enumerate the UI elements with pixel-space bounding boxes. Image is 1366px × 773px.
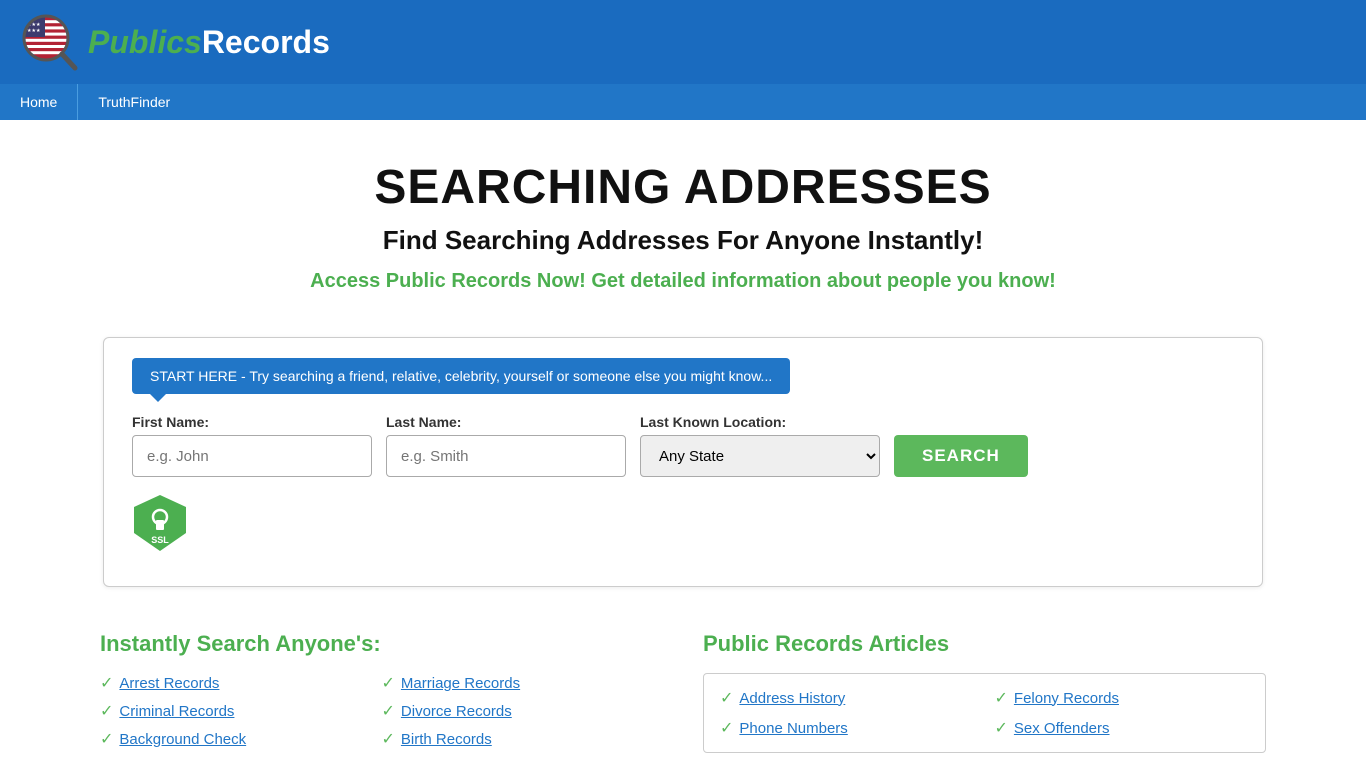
left-column: Instantly Search Anyone's: ✓ Arrest Reco… [100, 631, 663, 753]
background-check-link[interactable]: Background Check [119, 731, 246, 748]
felony-records-link[interactable]: Felony Records [1014, 690, 1119, 707]
check-icon: ✓ [100, 673, 113, 693]
right-column: Public Records Articles ✓ Address Histor… [703, 631, 1266, 753]
list-item: ✓ Divorce Records [382, 701, 664, 721]
main-nav: Home TruthFinder [0, 84, 1366, 120]
list-item: ✓ Phone Numbers [720, 718, 975, 738]
bottom-section: Instantly Search Anyone's: ✓ Arrest Reco… [0, 611, 1366, 773]
list-item: ✓ Background Check [100, 729, 382, 749]
list-item: ✓ Address History [720, 688, 975, 708]
header: ★★★ ★★★ PublicsRecords [0, 0, 1366, 84]
check-icon: ✓ [720, 688, 733, 708]
check-icon: ✓ [720, 718, 733, 738]
svg-text:SSL: SSL [151, 535, 169, 545]
first-name-label: First Name: [132, 414, 372, 430]
logo-publics: Publics [88, 24, 202, 60]
last-name-input[interactable] [386, 435, 626, 477]
logo-text: PublicsRecords [88, 24, 330, 61]
check-icon: ✓ [995, 718, 1008, 738]
list-item: ✓ Criminal Records [100, 701, 382, 721]
marriage-records-link[interactable]: Marriage Records [401, 675, 520, 692]
check-icon: ✓ [382, 701, 395, 721]
arrest-records-link[interactable]: Arrest Records [119, 675, 219, 692]
first-name-group: First Name: [132, 414, 372, 477]
sex-offenders-link[interactable]: Sex Offenders [1014, 720, 1110, 737]
record-list: ✓ Arrest Records ✓ Criminal Records ✓ Ba… [100, 673, 663, 749]
hero-title: SEARCHING ADDRESSES [20, 160, 1346, 215]
divorce-records-link[interactable]: Divorce Records [401, 703, 512, 720]
state-select[interactable]: Any StateAlabamaAlaskaArizonaArkansasCal… [640, 435, 880, 477]
article-col-1: ✓ Address History ✓ Phone Numbers [720, 688, 975, 738]
search-box: START HERE - Try searching a friend, rel… [103, 337, 1263, 587]
instantly-search-heading: Instantly Search Anyone's: [100, 631, 663, 657]
list-item: ✓ Arrest Records [100, 673, 382, 693]
list-item: ✓ Sex Offenders [995, 718, 1250, 738]
logo-area: ★★★ ★★★ PublicsRecords [20, 12, 330, 72]
phone-numbers-link[interactable]: Phone Numbers [739, 720, 847, 737]
state-group: Last Known Location: Any StateAlabamaAla… [640, 414, 880, 477]
articles-heading: Public Records Articles [703, 631, 1266, 657]
birth-records-link[interactable]: Birth Records [401, 731, 492, 748]
articles-box: ✓ Address History ✓ Phone Numbers ✓ Felo… [703, 673, 1266, 753]
location-label: Last Known Location: [640, 414, 880, 430]
list-item: ✓ Birth Records [382, 729, 664, 749]
list-item: ✓ Felony Records [995, 688, 1250, 708]
article-row: ✓ Address History ✓ Phone Numbers ✓ Felo… [720, 688, 1249, 738]
nav-home[interactable]: Home [0, 84, 77, 120]
start-banner: START HERE - Try searching a friend, rel… [132, 358, 790, 394]
logo-icon: ★★★ ★★★ [20, 12, 80, 72]
list-item: ✓ Marriage Records [382, 673, 664, 693]
record-col-2: ✓ Marriage Records ✓ Divorce Records ✓ B… [382, 673, 664, 749]
article-col-2: ✓ Felony Records ✓ Sex Offenders [995, 688, 1250, 738]
last-name-label: Last Name: [386, 414, 626, 430]
check-icon: ✓ [100, 701, 113, 721]
nav-truthfinder[interactable]: TruthFinder [78, 84, 190, 120]
criminal-records-link[interactable]: Criminal Records [119, 703, 234, 720]
address-history-link[interactable]: Address History [739, 690, 845, 707]
ssl-badge: SSL [132, 493, 188, 553]
record-col-1: ✓ Arrest Records ✓ Criminal Records ✓ Ba… [100, 673, 382, 749]
check-icon: ✓ [995, 688, 1008, 708]
check-icon: ✓ [382, 673, 395, 693]
hero-section: SEARCHING ADDRESSES Find Searching Addre… [0, 120, 1366, 313]
logo-records: Records [202, 24, 330, 60]
last-name-group: Last Name: [386, 414, 626, 477]
check-icon: ✓ [382, 729, 395, 749]
first-name-input[interactable] [132, 435, 372, 477]
hero-description: Access Public Records Now! Get detailed … [20, 270, 1346, 293]
search-form: First Name: Last Name: Last Known Locati… [132, 414, 1234, 477]
search-button[interactable]: SEARCH [894, 435, 1028, 477]
svg-text:★★★: ★★★ [27, 28, 41, 34]
hero-subtitle: Find Searching Addresses For Anyone Inst… [20, 225, 1346, 256]
check-icon: ✓ [100, 729, 113, 749]
